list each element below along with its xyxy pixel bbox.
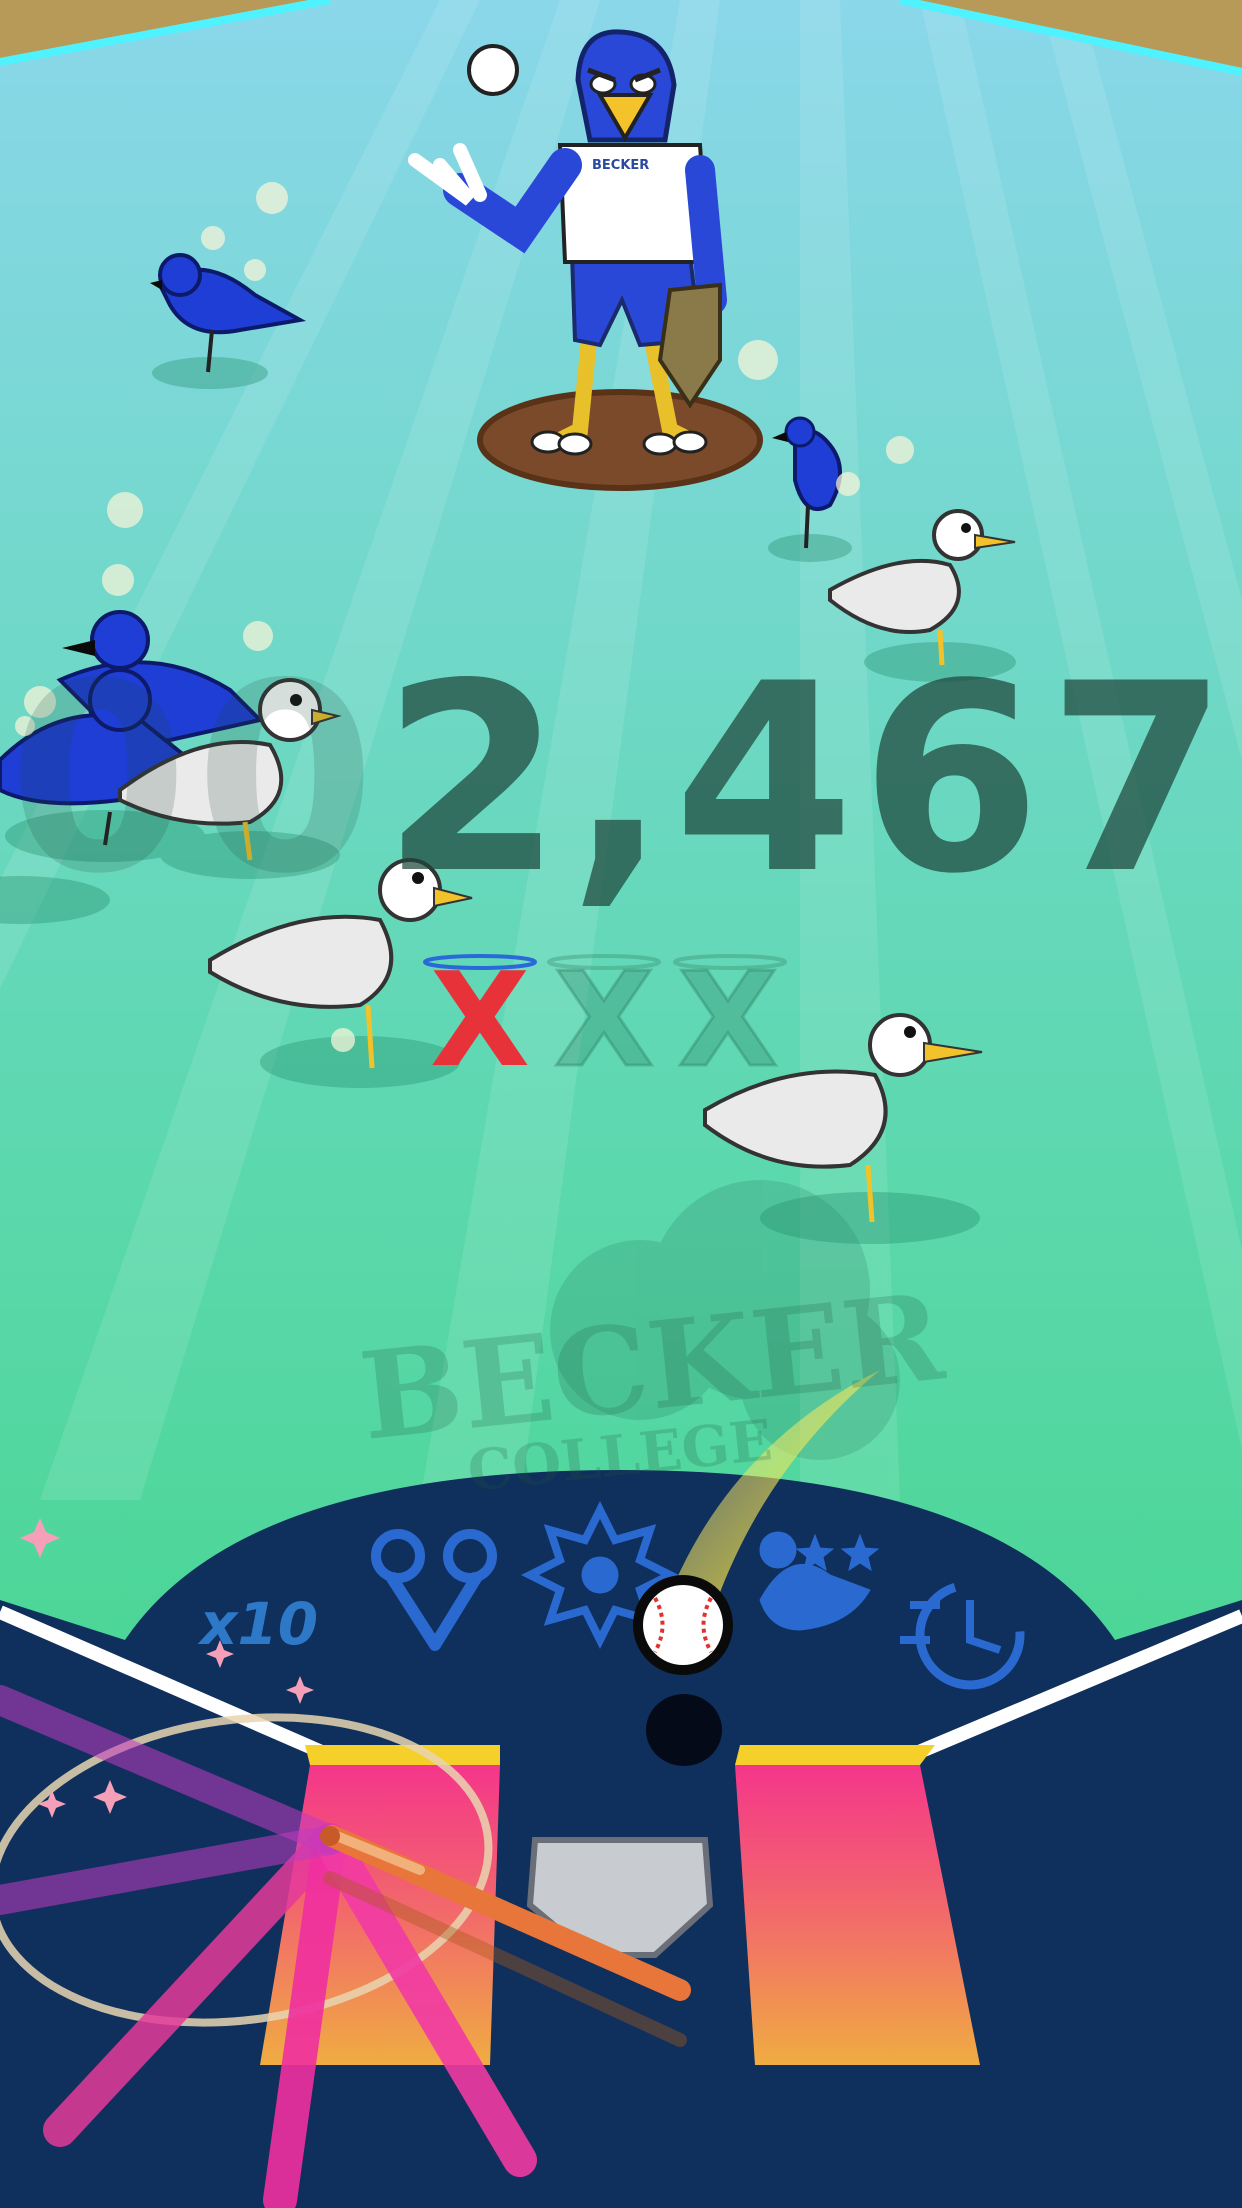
incoming-baseball <box>633 1575 733 1675</box>
score-display: 002,467 <box>0 650 1242 910</box>
strike-mark-2: X <box>552 944 655 1096</box>
strikes-indicator: X X X <box>420 944 820 1096</box>
strike-mark-1: X <box>429 944 531 1096</box>
score-ghost-digits: 00 <box>7 629 382 931</box>
pitcher-shirt-text: BECKER <box>592 158 650 173</box>
becker-college-logo: BECKER COLLEGE <box>354 1267 949 1505</box>
pitcher-mound <box>477 389 763 491</box>
score-value: 2,467 <box>381 629 1235 931</box>
game-field <box>0 0 1242 2208</box>
pitched-ball <box>467 44 519 96</box>
ball-shadow <box>646 1694 722 1766</box>
strike-mark-3: X <box>676 944 779 1096</box>
multiplier-badge: x10 <box>200 1590 319 1658</box>
